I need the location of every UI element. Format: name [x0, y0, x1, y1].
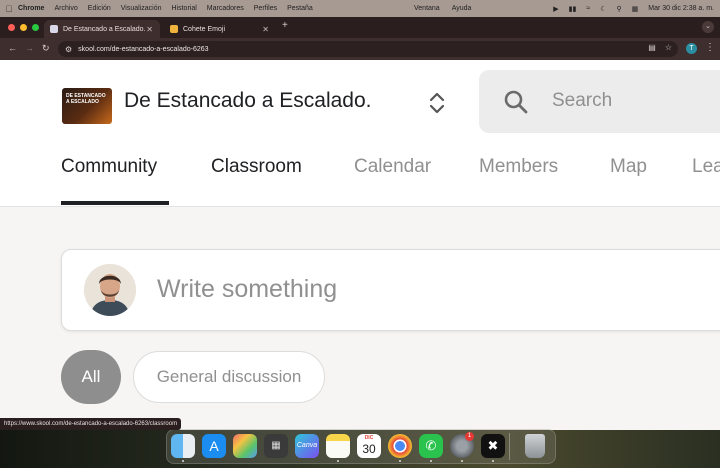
- filter-all-chip[interactable]: All: [61, 350, 121, 404]
- apple-icon[interactable]: : [0, 4, 18, 14]
- bookmark-star-icon[interactable]: ☆: [665, 43, 672, 52]
- control-center-icon[interactable]: ▦: [632, 5, 639, 13]
- window-controls: [8, 24, 39, 31]
- browser-toolbar: ← → ↻ ⚙ skool.com/de-estancado-a-escalad…: [0, 38, 720, 60]
- menu-item-pestana[interactable]: Pestaña: [287, 5, 313, 12]
- group-nav-tabs: Community Classroom Calendar Members Map…: [0, 156, 720, 206]
- calendar-icon[interactable]: DIC 30: [357, 434, 381, 458]
- group-logo-text: DE ESTANCADO A ESCALADO: [66, 93, 106, 105]
- chrome-icon[interactable]: [388, 434, 412, 458]
- skool-favicon-icon: [50, 25, 58, 33]
- capcut-running-dot: [492, 460, 494, 462]
- launchpad-icon[interactable]: [233, 434, 257, 458]
- menu-item-edicion[interactable]: Edición: [88, 5, 111, 12]
- menu-item-archivo[interactable]: Archivo: [54, 5, 77, 12]
- app-store-icon[interactable]: A: [202, 434, 226, 458]
- menu-app-name[interactable]: Chrome: [18, 5, 44, 12]
- search-icon: [504, 90, 528, 114]
- translate-icon[interactable]: ▤: [648, 43, 656, 52]
- search-placeholder[interactable]: Search: [552, 90, 612, 112]
- tab-community[interactable]: Community: [61, 156, 157, 178]
- tab-search-icon[interactable]: ⌄: [702, 21, 714, 33]
- calculator-icon[interactable]: ▦: [264, 434, 288, 458]
- macos-dock: A ▦ Canva DIC 30 ✆ 1 ✖: [166, 429, 556, 464]
- chrome-running-dot: [399, 460, 401, 462]
- reload-icon[interactable]: ↻: [42, 43, 50, 54]
- group-header: DE ESTANCADO A ESCALADO De Estancado a E…: [0, 60, 720, 207]
- menubar-clock[interactable]: Mar 30 dic 2:38 a. m.: [648, 5, 714, 12]
- notes-running-dot: [337, 460, 339, 462]
- site-info-icon[interactable]: ⚙: [65, 45, 72, 54]
- browser-tab-inactive[interactable]: Cohete Emoji ✕: [164, 20, 276, 38]
- back-icon[interactable]: ←: [8, 43, 17, 53]
- finder-icon[interactable]: [171, 434, 195, 458]
- tab-classroom[interactable]: Classroom: [211, 156, 302, 178]
- menu-item-perfiles[interactable]: Perfiles: [254, 5, 277, 12]
- skool-page: DE ESTANCADO A ESCALADO De Estancado a E…: [0, 60, 720, 430]
- group-title[interactable]: De Estancado a Escalado.: [124, 88, 372, 114]
- link-status-bar: https://www.skool.com/de-estancado-a-esc…: [0, 418, 182, 430]
- close-tab-icon[interactable]: ✕: [146, 25, 153, 34]
- tab-calendar[interactable]: Calendar: [354, 156, 431, 178]
- group-logo[interactable]: DE ESTANCADO A ESCALADO: [62, 88, 112, 124]
- menu-item-marcadores[interactable]: Marcadores: [207, 5, 244, 12]
- browser-tab-bar: De Estancado a Escalado. ✕ Cohete Emoji …: [0, 17, 720, 38]
- notes-icon[interactable]: [326, 434, 350, 458]
- active-tab-underline: [61, 201, 169, 205]
- new-tab-button[interactable]: +: [282, 20, 288, 31]
- address-bar[interactable]: ⚙ skool.com/de-estancado-a-escalado-6263…: [58, 41, 678, 57]
- browser-menu-icon[interactable]: ⋮: [705, 42, 715, 53]
- moon-icon[interactable]: ☾: [600, 5, 606, 13]
- user-portrait-icon: [84, 264, 136, 316]
- menu-item-ayuda[interactable]: Ayuda: [452, 5, 472, 12]
- menu-item-ventana[interactable]: Ventana: [414, 5, 440, 12]
- tab-leaderboards[interactable]: Lea: [692, 156, 720, 178]
- dock-divider: [509, 433, 510, 460]
- close-window-button[interactable]: [8, 24, 15, 31]
- calendar-day: 30: [362, 442, 376, 456]
- menu-item-historial[interactable]: Historial: [172, 5, 197, 12]
- filter-general-discussion-chip[interactable]: General discussion: [133, 351, 325, 403]
- url-text[interactable]: skool.com/de-estancado-a-escalado-6263: [78, 46, 208, 53]
- battery-icon[interactable]: ▮▮: [569, 5, 577, 13]
- whatsapp-running-dot: [430, 460, 432, 462]
- menu-item-visualizacion[interactable]: Visualización: [121, 5, 162, 12]
- tab-map[interactable]: Map: [610, 156, 647, 178]
- search-spotlight-icon[interactable]: ⚲: [616, 5, 621, 13]
- canva-icon[interactable]: Canva: [295, 434, 319, 458]
- settings-badge: 1: [465, 432, 474, 441]
- browser-tab-active[interactable]: De Estancado a Escalado. ✕: [44, 20, 160, 38]
- wifi-icon[interactable]: ≈: [586, 5, 590, 12]
- capcut-icon[interactable]: ✖: [481, 434, 505, 458]
- rocket-favicon-icon: [170, 25, 178, 33]
- finder-running-dot: [182, 460, 184, 462]
- post-composer[interactable]: Write something: [61, 249, 720, 331]
- group-switcher-chevrons-icon[interactable]: [428, 90, 446, 116]
- macos-menubar:  Chrome Archivo Edición Visualización H…: [0, 0, 720, 17]
- profile-avatar[interactable]: T: [686, 43, 697, 54]
- calendar-month: DIC: [364, 435, 374, 441]
- whatsapp-icon[interactable]: ✆: [419, 434, 443, 458]
- tab-title: De Estancado a Escalado.: [63, 25, 146, 33]
- settings-running-dot: [461, 460, 463, 462]
- forward-icon[interactable]: →: [25, 43, 34, 53]
- search-box[interactable]: Search: [479, 70, 720, 133]
- user-avatar: [84, 264, 136, 316]
- tab-members[interactable]: Members: [479, 156, 558, 178]
- close-tab-icon[interactable]: ✕: [262, 25, 269, 34]
- maximize-window-button[interactable]: [32, 24, 39, 31]
- trash-icon[interactable]: [525, 434, 545, 458]
- canva-label: Canva: [296, 442, 318, 449]
- tab-title: Cohete Emoji: [183, 25, 226, 33]
- composer-placeholder[interactable]: Write something: [157, 275, 337, 304]
- minimize-window-button[interactable]: [20, 24, 27, 31]
- play-icon[interactable]: ▶: [553, 5, 558, 13]
